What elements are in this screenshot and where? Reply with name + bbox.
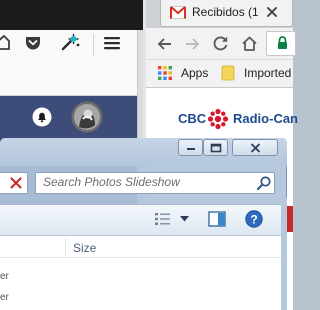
- extensions-icon[interactable]: [59, 33, 81, 53]
- command-bar: [0, 204, 281, 236]
- bookmark-apps[interactable]: Apps: [181, 66, 208, 80]
- preview-pane-icon[interactable]: [208, 211, 226, 227]
- lock-icon: [277, 36, 288, 50]
- cbc-gem-icon: [207, 108, 229, 130]
- view-dropdown-icon[interactable]: [180, 216, 189, 222]
- radio-canada-label[interactable]: Radio-Can: [233, 111, 298, 126]
- menu-icon[interactable]: [104, 36, 120, 50]
- file-list-header: [0, 236, 281, 258]
- minimize-button[interactable]: [178, 139, 203, 156]
- tab-title: Recibidos (1: [192, 5, 259, 19]
- folder-icon: [221, 65, 235, 81]
- help-icon[interactable]: ?: [245, 210, 263, 228]
- pocket-icon[interactable]: [24, 35, 42, 51]
- view-options-icon[interactable]: [155, 212, 171, 226]
- list-item[interactable]: er: [0, 271, 9, 283]
- close-button[interactable]: [232, 139, 278, 156]
- window-border-right: [281, 198, 287, 310]
- column-size[interactable]: Size: [73, 241, 96, 255]
- list-item[interactable]: er: [0, 292, 9, 304]
- svg-text:?: ?: [250, 213, 257, 227]
- search-placeholder: Search Photos Slideshow: [43, 175, 180, 189]
- toolbar-separator: [93, 34, 94, 56]
- column-separator[interactable]: [65, 238, 66, 256]
- forward-icon[interactable]: [184, 36, 200, 52]
- firefox-titlebar: [0, 0, 143, 30]
- bookmark-imported[interactable]: Imported: [244, 66, 291, 80]
- stop-icon[interactable]: [5, 173, 26, 193]
- page-header-bar: [0, 96, 137, 140]
- apps-icon[interactable]: [158, 66, 172, 80]
- avatar[interactable]: [71, 101, 103, 133]
- maximize-button[interactable]: [203, 139, 228, 156]
- home-icon[interactable]: [241, 35, 258, 52]
- tab-close-icon[interactable]: [266, 6, 278, 18]
- notifications-icon[interactable]: [32, 107, 52, 127]
- home-icon[interactable]: [0, 35, 10, 51]
- search-icon[interactable]: [256, 175, 272, 191]
- back-icon[interactable]: [157, 36, 173, 52]
- cbc-label[interactable]: CBC: [178, 111, 206, 126]
- reload-icon[interactable]: [212, 35, 229, 52]
- gmail-icon: [170, 6, 186, 19]
